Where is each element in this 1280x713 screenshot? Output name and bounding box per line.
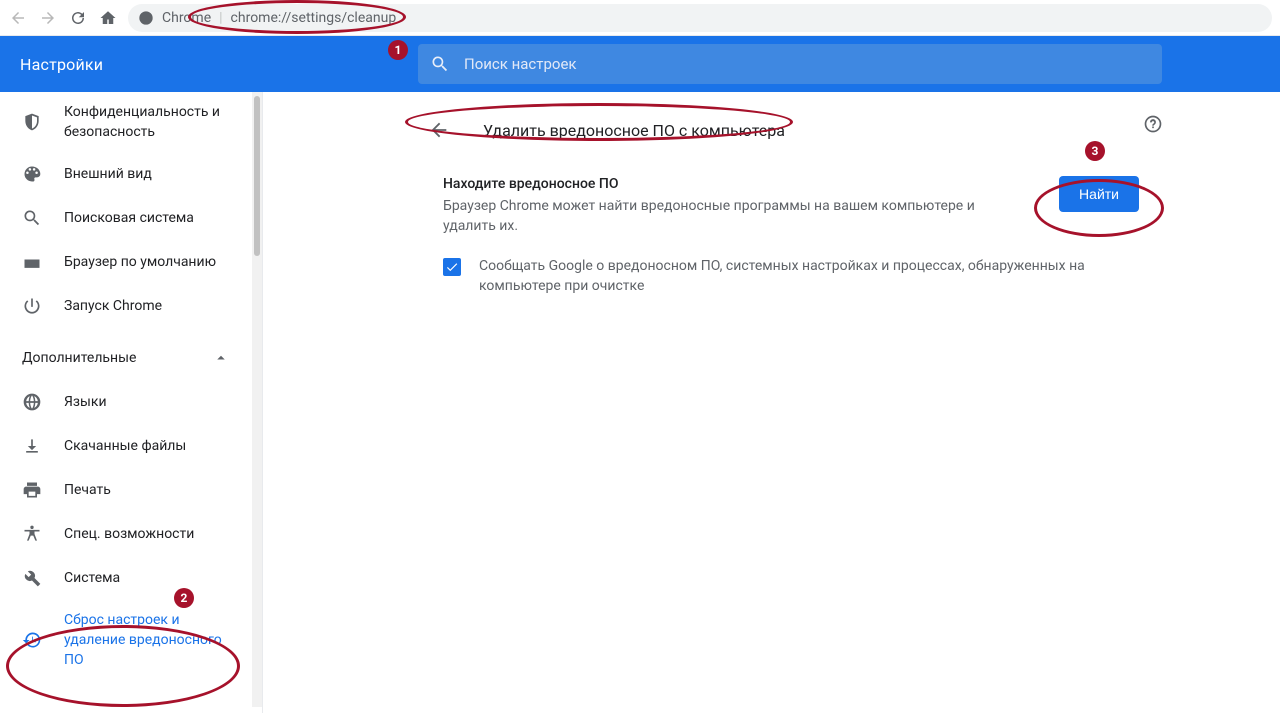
sidebar-item-privacy[interactable]: Конфиденциальность и безопасность bbox=[0, 92, 252, 152]
search-icon bbox=[22, 208, 42, 228]
search-placeholder: Поиск настроек bbox=[464, 55, 577, 73]
sidebar-item-appearance[interactable]: Внешний вид bbox=[0, 152, 252, 196]
sidebar-item-label: Печать bbox=[64, 480, 111, 500]
url-path: chrome://settings/cleanup bbox=[231, 10, 397, 26]
sidebar-item-label: Поисковая система bbox=[64, 208, 194, 228]
sidebar-item-label: Спец. возможности bbox=[64, 524, 194, 544]
sidebar-item-downloads[interactable]: Скачанные файлы bbox=[0, 424, 252, 468]
address-bar[interactable]: Chrome | chrome://settings/cleanup bbox=[128, 4, 1272, 32]
section-title: Находите вредоносное ПО bbox=[443, 176, 1003, 192]
checkbox-label: Сообщать Google о вредоносном ПО, систем… bbox=[479, 256, 1139, 296]
sidebar-item-on-startup[interactable]: Запуск Chrome bbox=[0, 284, 252, 328]
section-description: Браузер Chrome может найти вредоносные п… bbox=[443, 196, 1003, 236]
home-icon[interactable] bbox=[98, 8, 118, 28]
restore-icon bbox=[22, 630, 42, 650]
download-icon bbox=[22, 436, 42, 456]
chevron-up-icon bbox=[212, 349, 230, 367]
sidebar-item-label: Браузер по умолчанию bbox=[64, 252, 216, 272]
accessibility-icon bbox=[22, 524, 42, 544]
forward-icon[interactable] bbox=[38, 8, 58, 28]
search-icon bbox=[430, 54, 450, 74]
sidebar-item-label: Сброс настроек и удаление вредоносного П… bbox=[64, 610, 230, 670]
back-icon[interactable] bbox=[8, 8, 28, 28]
page-title: Удалить вредоносное ПО с компьютера bbox=[483, 121, 785, 140]
sidebar-item-default-browser[interactable]: Браузер по умолчанию bbox=[0, 240, 252, 284]
wrench-icon bbox=[22, 568, 42, 588]
sidebar-item-label: Конфиденциальность и безопасность bbox=[64, 102, 230, 142]
print-icon bbox=[22, 480, 42, 500]
settings-search[interactable]: Поиск настроек bbox=[418, 44, 1162, 84]
find-button[interactable]: Найти bbox=[1059, 176, 1139, 212]
settings-title: Настройки bbox=[20, 55, 418, 74]
sidebar-item-label: Скачанные файлы bbox=[64, 436, 186, 456]
sidebar-item-system[interactable]: Система bbox=[0, 556, 252, 600]
back-button[interactable] bbox=[419, 110, 459, 150]
settings-header: Настройки Поиск настроек bbox=[0, 36, 1280, 92]
site-icon bbox=[138, 10, 154, 26]
globe-icon bbox=[22, 392, 42, 412]
sidebar-item-search-engine[interactable]: Поисковая система bbox=[0, 196, 252, 240]
sidebar-scrollbar[interactable] bbox=[252, 92, 262, 707]
browser-toolbar: Chrome | chrome://settings/cleanup bbox=[0, 0, 1280, 36]
sidebar-item-languages[interactable]: Языки bbox=[0, 380, 252, 424]
sidebar-item-label: Внешний вид bbox=[64, 164, 152, 184]
sidebar-item-label: Запуск Chrome bbox=[64, 296, 162, 316]
sidebar-advanced-toggle[interactable]: Дополнительные bbox=[0, 336, 252, 380]
shield-icon bbox=[22, 112, 42, 132]
report-checkbox[interactable] bbox=[443, 258, 461, 276]
reload-icon[interactable] bbox=[68, 8, 88, 28]
sidebar-item-accessibility[interactable]: Спец. возможности bbox=[0, 512, 252, 556]
sidebar-item-reset-cleanup[interactable]: Сброс настроек и удаление вредоносного П… bbox=[0, 600, 252, 680]
sidebar-item-label: Языки bbox=[64, 392, 107, 412]
help-icon[interactable] bbox=[1143, 114, 1163, 134]
sidebar-item-printing[interactable]: Печать bbox=[0, 468, 252, 512]
main-content: Удалить вредоносное ПО с компьютера Нахо… bbox=[262, 92, 1280, 713]
advanced-label: Дополнительные bbox=[22, 350, 136, 366]
palette-icon bbox=[22, 164, 42, 184]
power-icon bbox=[22, 296, 42, 316]
url-separator: | bbox=[219, 10, 222, 26]
url-host: Chrome bbox=[162, 10, 211, 26]
scrollbar-thumb[interactable] bbox=[254, 96, 260, 256]
browser-icon bbox=[22, 252, 42, 272]
sidebar: Конфиденциальность и безопасность Внешни… bbox=[0, 92, 262, 713]
sidebar-item-label: Система bbox=[64, 568, 120, 588]
